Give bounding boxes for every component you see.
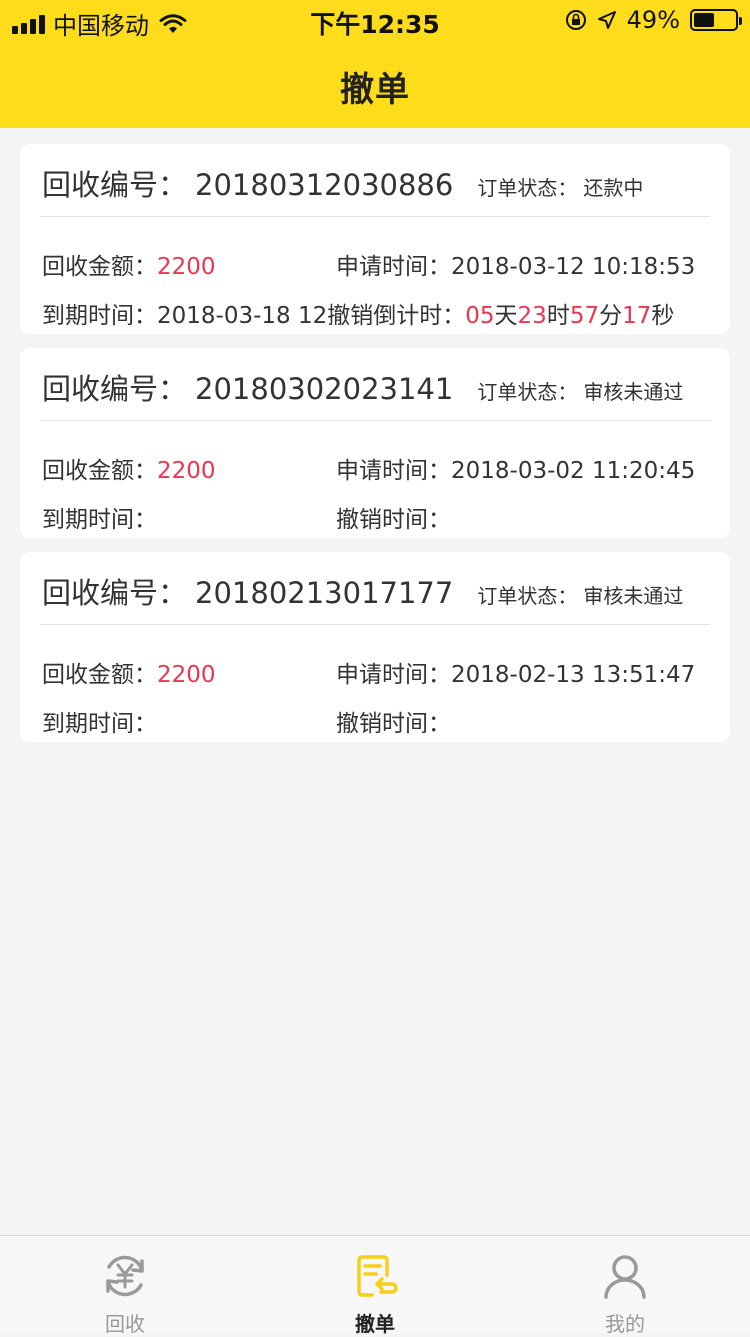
countdown-minute-unit: 分 bbox=[599, 303, 623, 329]
apply-time-label: 申请时间： bbox=[336, 662, 451, 688]
app-header: 中国移动 下午12:35 49% 撤单 bbox=[0, 0, 750, 128]
orientation-lock-icon bbox=[565, 10, 586, 30]
tab-recycle[interactable]: 回收 bbox=[0, 1236, 250, 1336]
cancel-time-label: 撤销时间： bbox=[336, 507, 451, 533]
apply-time-value: 2018-03-12 10:18:53 bbox=[451, 254, 696, 280]
order-no-value: 20180213017177 bbox=[195, 576, 454, 610]
due-time-label: 到期时间： bbox=[42, 711, 157, 737]
tab-mine[interactable]: 我的 bbox=[500, 1236, 750, 1336]
tab-cancel-order-label: 撤单 bbox=[355, 1312, 395, 1336]
tab-bar: 回收 撤单 我的 bbox=[0, 1235, 750, 1336]
order-status-label: 订单状态： bbox=[477, 584, 578, 608]
card-divider bbox=[40, 216, 710, 217]
countdown-hour-unit: 时 bbox=[546, 303, 570, 329]
order-no-label: 回收编号： bbox=[42, 576, 188, 610]
location-icon bbox=[597, 11, 616, 29]
page-title: 撤单 bbox=[340, 70, 410, 110]
order-card[interactable]: 回收编号： 20180312030886 订单状态： 还款中 回收金额：2200… bbox=[20, 144, 730, 334]
countdown-day-unit: 天 bbox=[494, 303, 518, 329]
tab-mine-label: 我的 bbox=[605, 1312, 645, 1336]
order-status-label: 订单状态： bbox=[477, 380, 578, 404]
order-no-label: 回收编号： bbox=[42, 168, 188, 202]
countdown-days: 05 bbox=[465, 303, 495, 329]
user-icon bbox=[604, 1255, 646, 1299]
countdown-seconds: 17 bbox=[622, 303, 652, 329]
order-no-label: 回收编号： bbox=[42, 372, 188, 406]
order-card[interactable]: 回收编号： 20180213017177 订单状态： 审核未通过 回收金额：22… bbox=[20, 552, 730, 742]
order-no-value: 20180302023141 bbox=[195, 372, 454, 406]
yen-refresh-icon bbox=[106, 1255, 144, 1297]
cancel-countdown-label: 撤销倒计时： bbox=[327, 303, 466, 329]
tab-cancel-order[interactable]: 撤单 bbox=[250, 1236, 500, 1336]
apply-time-value: 2018-03-02 11:20:45 bbox=[451, 458, 696, 484]
apply-time-label: 申请时间： bbox=[336, 254, 451, 280]
amount-value: 2200 bbox=[157, 458, 216, 484]
due-time-label: 到期时间： bbox=[42, 303, 157, 329]
cancel-order-icon bbox=[357, 1255, 398, 1297]
order-status-label: 订单状态： bbox=[477, 176, 578, 200]
order-card[interactable]: 回收编号： 20180302023141 订单状态： 审核未通过 回收金额：22… bbox=[20, 348, 730, 538]
amount-value: 2200 bbox=[157, 662, 216, 688]
amount-label: 回收金额： bbox=[42, 662, 157, 688]
due-time-label: 到期时间： bbox=[42, 507, 157, 533]
tab-recycle-label: 回收 bbox=[105, 1312, 145, 1336]
amount-label: 回收金额： bbox=[42, 458, 157, 484]
status-bar: 中国移动 下午12:35 49% bbox=[0, 0, 750, 40]
battery-icon bbox=[690, 9, 742, 31]
apply-time-label: 申请时间： bbox=[336, 458, 451, 484]
due-time-value: 2018-03-18 12 bbox=[157, 303, 328, 329]
card-divider bbox=[40, 420, 710, 421]
cancel-time-label: 撤销时间： bbox=[336, 711, 451, 737]
countdown-minutes: 57 bbox=[569, 303, 600, 329]
apply-time-value: 2018-02-13 13:51:47 bbox=[451, 662, 696, 688]
battery-percent: 49% bbox=[626, 6, 680, 34]
countdown-hours: 23 bbox=[517, 303, 547, 329]
card-divider bbox=[40, 624, 710, 625]
countdown-second-unit: 秒 bbox=[651, 303, 675, 329]
amount-value: 2200 bbox=[157, 254, 216, 280]
order-status-value: 还款中 bbox=[583, 176, 644, 200]
amount-label: 回收金额： bbox=[42, 254, 157, 280]
order-status-value: 审核未通过 bbox=[583, 584, 684, 608]
order-status-value: 审核未通过 bbox=[583, 380, 684, 404]
order-no-value: 20180312030886 bbox=[195, 168, 454, 202]
